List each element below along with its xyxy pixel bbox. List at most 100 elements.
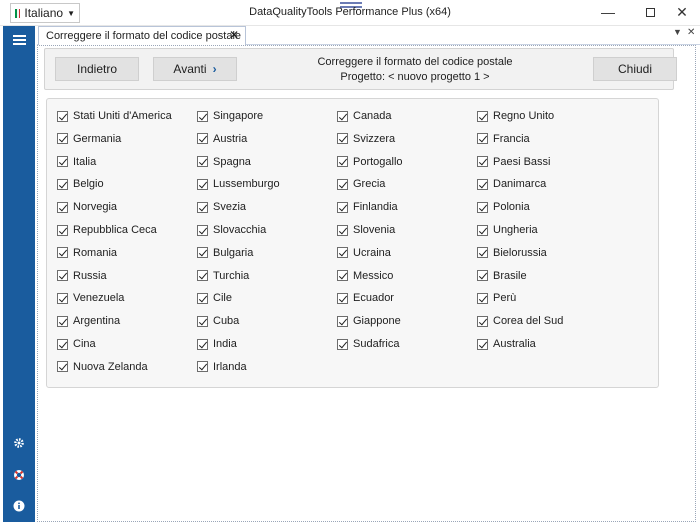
checkbox[interactable] — [197, 247, 208, 259]
country-checkbox-item[interactable]: Russia — [57, 268, 107, 284]
tab-close-icon[interactable]: ✕ — [229, 28, 239, 42]
country-checkbox-item[interactable]: Svizzera — [337, 131, 395, 147]
country-checkbox-item[interactable]: Ecuador — [337, 290, 394, 306]
country-checkbox-item[interactable]: Ungheria — [477, 222, 538, 238]
country-checkbox-item[interactable]: Venezuela — [57, 290, 124, 306]
next-button[interactable]: Avanti › — [153, 57, 237, 81]
checkbox[interactable] — [197, 133, 208, 145]
country-checkbox-item[interactable]: Belgio — [57, 176, 104, 192]
checkbox[interactable] — [57, 247, 68, 259]
country-checkbox-item[interactable]: Italia — [57, 154, 96, 170]
country-checkbox-item[interactable]: Cile — [197, 290, 232, 306]
close-wizard-button[interactable]: Chiudi — [593, 57, 677, 81]
country-checkbox-item[interactable]: Portogallo — [337, 154, 403, 170]
checkbox[interactable] — [337, 156, 348, 168]
checkbox[interactable] — [57, 224, 68, 236]
checkbox[interactable] — [197, 338, 208, 350]
country-checkbox-item[interactable]: Singapore — [197, 108, 263, 124]
checkbox[interactable] — [477, 156, 488, 168]
checkbox[interactable] — [477, 292, 488, 304]
checkbox[interactable] — [477, 201, 488, 213]
country-checkbox-item[interactable]: Perù — [477, 290, 516, 306]
country-checkbox-item[interactable]: Svezia — [197, 199, 246, 215]
checkbox[interactable] — [57, 270, 68, 282]
checkbox[interactable] — [57, 156, 68, 168]
country-checkbox-item[interactable]: Bielorussia — [477, 245, 547, 261]
checkbox[interactable] — [337, 178, 348, 190]
checkbox[interactable] — [197, 292, 208, 304]
checkbox[interactable] — [477, 247, 488, 259]
checkbox[interactable] — [477, 270, 488, 282]
country-checkbox-item[interactable]: Ucraina — [337, 245, 391, 261]
checkbox[interactable] — [477, 224, 488, 236]
checkbox[interactable] — [477, 338, 488, 350]
checkbox[interactable] — [197, 110, 208, 122]
country-checkbox-item[interactable]: Romania — [57, 245, 117, 261]
checkbox[interactable] — [57, 292, 68, 304]
checkbox[interactable] — [57, 361, 68, 373]
country-checkbox-item[interactable]: Corea del Sud — [477, 313, 563, 329]
country-checkbox-item[interactable]: Austria — [197, 131, 247, 147]
country-checkbox-item[interactable]: Francia — [477, 131, 530, 147]
checkbox[interactable] — [337, 270, 348, 282]
checkbox[interactable] — [477, 110, 488, 122]
checkbox[interactable] — [57, 110, 68, 122]
country-checkbox-item[interactable]: Norvegia — [57, 199, 117, 215]
country-checkbox-item[interactable]: Germania — [57, 131, 121, 147]
help-button[interactable] — [3, 461, 35, 489]
country-checkbox-item[interactable]: Australia — [477, 336, 536, 352]
country-checkbox-item[interactable]: Stati Uniti d'America — [57, 108, 172, 124]
country-checkbox-item[interactable]: Bulgaria — [197, 245, 253, 261]
country-checkbox-item[interactable]: India — [197, 336, 237, 352]
country-checkbox-item[interactable]: Grecia — [337, 176, 385, 192]
country-checkbox-item[interactable]: Nuova Zelanda — [57, 359, 148, 375]
checkbox[interactable] — [57, 178, 68, 190]
checkbox[interactable] — [337, 133, 348, 145]
checkbox[interactable] — [337, 201, 348, 213]
country-checkbox-item[interactable]: Messico — [337, 268, 393, 284]
tab-postal-code-format[interactable]: Correggere il formato del codice postale… — [38, 26, 246, 45]
checkbox[interactable] — [197, 361, 208, 373]
country-checkbox-item[interactable]: Polonia — [477, 199, 530, 215]
tab-list-dropdown-icon[interactable]: ▼ — [673, 27, 682, 37]
country-checkbox-item[interactable]: Argentina — [57, 313, 120, 329]
checkbox[interactable] — [337, 110, 348, 122]
back-button[interactable]: Indietro — [55, 57, 139, 81]
country-checkbox-item[interactable]: Spagna — [197, 154, 251, 170]
settings-button[interactable] — [3, 429, 35, 457]
checkbox[interactable] — [477, 133, 488, 145]
country-checkbox-item[interactable]: Lussemburgo — [197, 176, 280, 192]
info-button[interactable] — [3, 492, 35, 520]
country-checkbox-item[interactable]: Slovenia — [337, 222, 395, 238]
country-checkbox-item[interactable]: Slovacchia — [197, 222, 266, 238]
checkbox[interactable] — [337, 224, 348, 236]
country-checkbox-item[interactable]: Finlandia — [337, 199, 398, 215]
checkbox[interactable] — [197, 156, 208, 168]
checkbox[interactable] — [57, 201, 68, 213]
checkbox[interactable] — [197, 178, 208, 190]
checkbox[interactable] — [337, 292, 348, 304]
country-checkbox-item[interactable]: Cina — [57, 336, 96, 352]
checkbox[interactable] — [197, 315, 208, 327]
country-checkbox-item[interactable]: Cuba — [197, 313, 239, 329]
maximize-button[interactable] — [632, 0, 668, 24]
checkbox[interactable] — [57, 338, 68, 350]
checkbox[interactable] — [57, 133, 68, 145]
checkbox[interactable] — [57, 315, 68, 327]
checkbox[interactable] — [337, 338, 348, 350]
country-checkbox-item[interactable]: Repubblica Ceca — [57, 222, 157, 238]
country-checkbox-item[interactable]: Sudafrica — [337, 336, 399, 352]
country-checkbox-item[interactable]: Regno Unito — [477, 108, 554, 124]
menu-button[interactable] — [3, 26, 35, 54]
checkbox[interactable] — [197, 224, 208, 236]
country-checkbox-item[interactable]: Turchia — [197, 268, 249, 284]
country-checkbox-item[interactable]: Canada — [337, 108, 392, 124]
checkbox[interactable] — [337, 247, 348, 259]
country-checkbox-item[interactable]: Paesi Bassi — [477, 154, 550, 170]
minimize-button[interactable]: — — [590, 0, 626, 24]
country-checkbox-item[interactable]: Irlanda — [197, 359, 247, 375]
checkbox[interactable] — [197, 201, 208, 213]
country-checkbox-item[interactable]: Giappone — [337, 313, 401, 329]
country-checkbox-item[interactable]: Brasile — [477, 268, 527, 284]
tab-close-all-icon[interactable]: ✕ — [687, 27, 695, 38]
